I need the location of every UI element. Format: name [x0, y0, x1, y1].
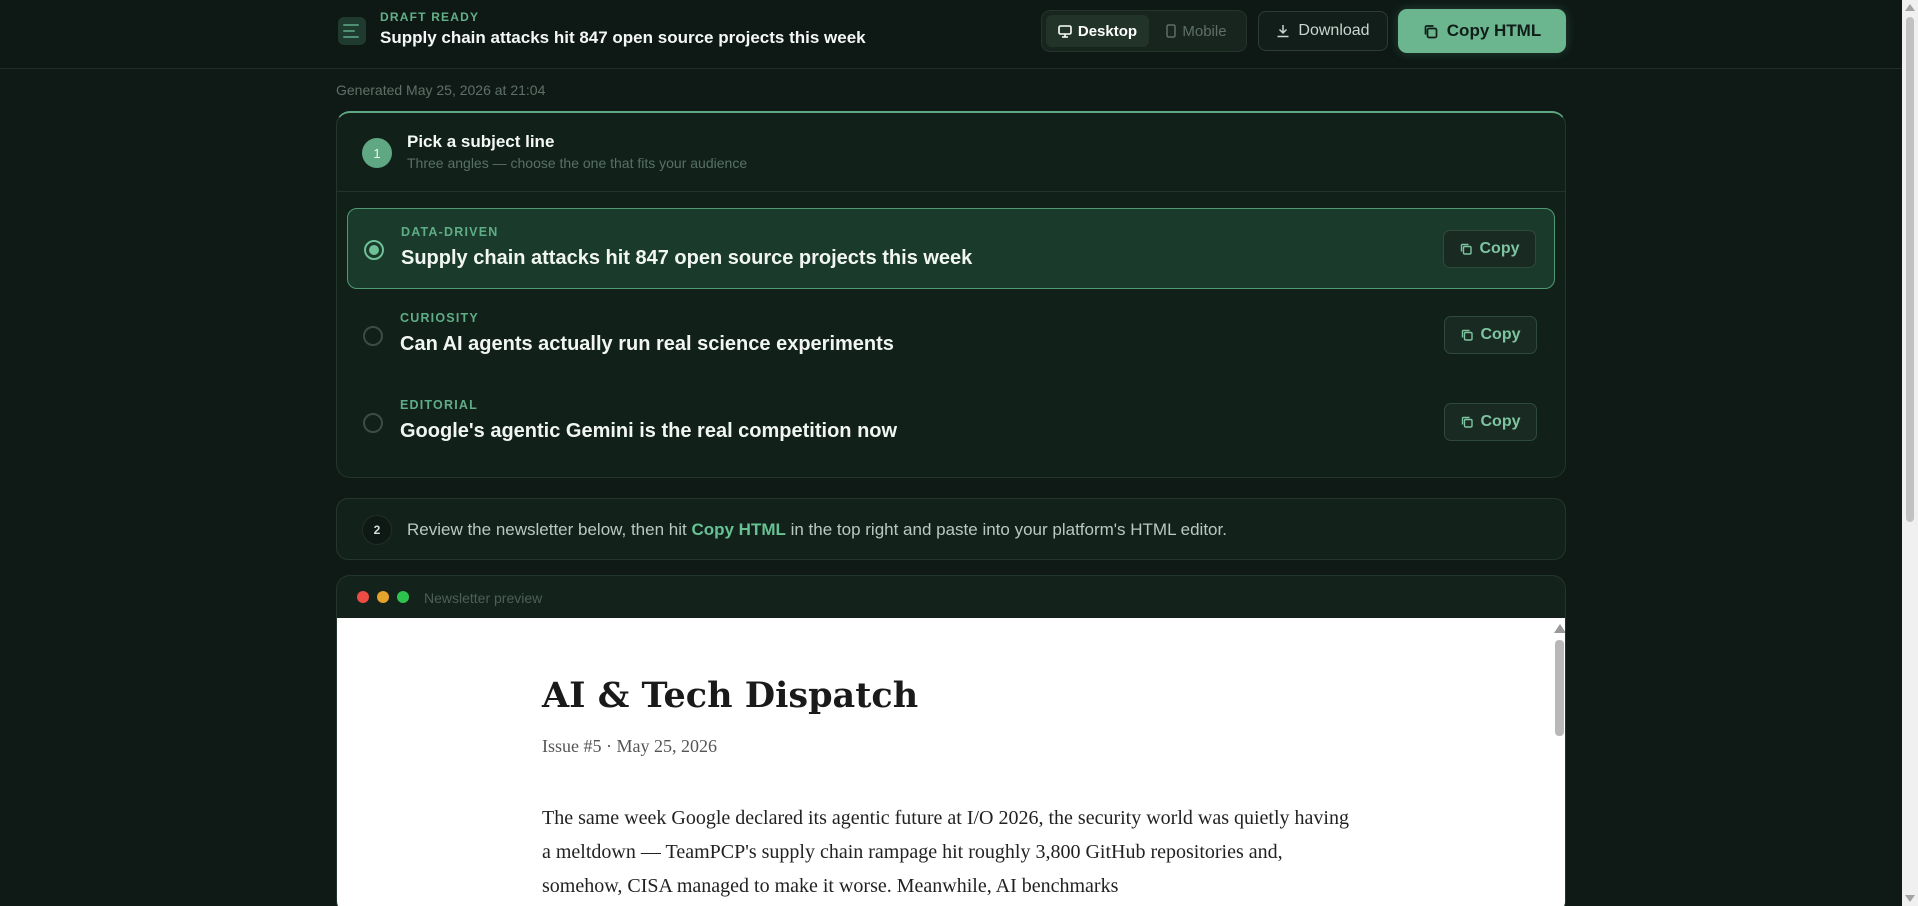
- scroll-up-arrow-icon[interactable]: [1554, 624, 1565, 633]
- mobile-view-button[interactable]: Mobile: [1151, 15, 1242, 47]
- instructions-text-after: in the top right and paste into your pla…: [785, 520, 1227, 539]
- desktop-view-label: Desktop: [1077, 22, 1138, 40]
- step-1-subtitle: Three angles — choose the one that fits …: [407, 155, 748, 171]
- scroll-up-arrow-icon[interactable]: [1905, 4, 1915, 11]
- step-1-title: Pick a subject line: [407, 132, 555, 151]
- subject-line-text: Google's agentic Gemini is the real comp…: [400, 420, 898, 442]
- copy-icon: [1460, 243, 1472, 255]
- newsletter-preview-frame[interactable]: AI & Tech Dispatch Issue #5 · May 25, 20…: [337, 618, 1565, 906]
- phone-icon: [1166, 24, 1177, 38]
- window-dot-yellow-icon: [377, 591, 389, 603]
- page-scroll-thumb[interactable]: [1906, 17, 1914, 522]
- app-viewport: DRAFT READY Supply chain attacks hit 847…: [0, 0, 1918, 906]
- download-label: Download: [1298, 22, 1370, 39]
- step-2-badge: 2: [362, 515, 392, 545]
- preview-scroll-thumb[interactable]: [1555, 640, 1564, 736]
- copy-subject-button[interactable]: Copy: [1444, 316, 1537, 354]
- subject-angle-label: EDITORIAL: [400, 398, 478, 412]
- scroll-down-arrow-icon[interactable]: [1905, 895, 1915, 902]
- newsletter-title: AI & Tech Dispatch: [542, 675, 919, 716]
- step-1-badge: 1: [362, 138, 392, 168]
- download-button[interactable]: Download: [1258, 11, 1388, 51]
- window-dot-green-icon: [397, 591, 409, 603]
- subject-line-text: Can AI agents actually run real science …: [400, 333, 894, 355]
- newsletter-preview-window: Newsletter preview AI & Tech Dispatch Is…: [336, 575, 1566, 906]
- copy-icon: [1461, 329, 1473, 341]
- top-bar: DRAFT READY Supply chain attacks hit 847…: [0, 0, 1902, 69]
- newsletter-intro-paragraph: The same week Google declared its agenti…: [542, 807, 1349, 897]
- subject-option-editorial[interactable]: EDITORIAL Google's agentic Gemini is the…: [347, 382, 1555, 463]
- review-instructions-card: 2 Review the newsletter below, then hit …: [336, 498, 1566, 560]
- view-toggle: Desktop Mobile: [1041, 10, 1247, 52]
- subject-option-data-driven[interactable]: DATA-DRIVEN Supply chain attacks hit 847…: [347, 208, 1555, 289]
- copy-html-label: Copy HTML: [1446, 21, 1542, 40]
- copy-icon: [1461, 416, 1473, 428]
- subject-line-text: Supply chain attacks hit 847 open source…: [401, 247, 973, 269]
- instructions-text-before: Review the newsletter below, then hit: [407, 520, 692, 539]
- draft-status-label: DRAFT READY: [380, 10, 480, 24]
- subject-radio-selected[interactable]: [364, 240, 384, 260]
- preview-label: Newsletter preview: [424, 590, 543, 606]
- download-icon: [1276, 24, 1290, 38]
- subject-radio[interactable]: [363, 413, 383, 433]
- preview-scrollbar[interactable]: [1551, 618, 1565, 906]
- page-scrollbar[interactable]: [1902, 0, 1918, 906]
- copy-subject-label: Copy: [1479, 240, 1520, 257]
- copy-subject-button[interactable]: Copy: [1444, 403, 1537, 441]
- review-instructions-text: Review the newsletter below, then hit Co…: [407, 520, 1227, 540]
- subject-radio[interactable]: [363, 326, 383, 346]
- copy-subject-label: Copy: [1480, 413, 1521, 430]
- subject-angle-label: CURIOSITY: [400, 311, 479, 325]
- subject-line-card: 1 Pick a subject line Three angles — cho…: [336, 111, 1566, 478]
- window-dot-red-icon: [357, 591, 369, 603]
- copy-icon: [1423, 24, 1438, 39]
- desktop-view-button[interactable]: Desktop: [1046, 15, 1149, 47]
- subject-angle-label: DATA-DRIVEN: [401, 225, 499, 239]
- generated-timestamp: Generated May 25, 2026 at 21:04: [336, 82, 546, 98]
- instructions-copy-html-highlight: Copy HTML: [691, 520, 786, 539]
- preview-title-bar: Newsletter preview: [337, 576, 1565, 618]
- copy-html-button[interactable]: Copy HTML: [1398, 9, 1566, 53]
- newsletter-issue-meta: Issue #5 · May 25, 2026: [542, 736, 717, 756]
- copy-subject-button[interactable]: Copy: [1443, 230, 1536, 268]
- draft-title: Supply chain attacks hit 847 open source…: [380, 28, 866, 47]
- subject-option-curiosity[interactable]: CURIOSITY Can AI agents actually run rea…: [347, 295, 1555, 376]
- monitor-icon: [1058, 24, 1072, 38]
- copy-subject-label: Copy: [1480, 326, 1521, 343]
- subject-line-card-header: 1 Pick a subject line Three angles — cho…: [337, 113, 1565, 192]
- mobile-view-label: Mobile: [1182, 22, 1227, 40]
- newsletter-icon: [338, 17, 366, 45]
